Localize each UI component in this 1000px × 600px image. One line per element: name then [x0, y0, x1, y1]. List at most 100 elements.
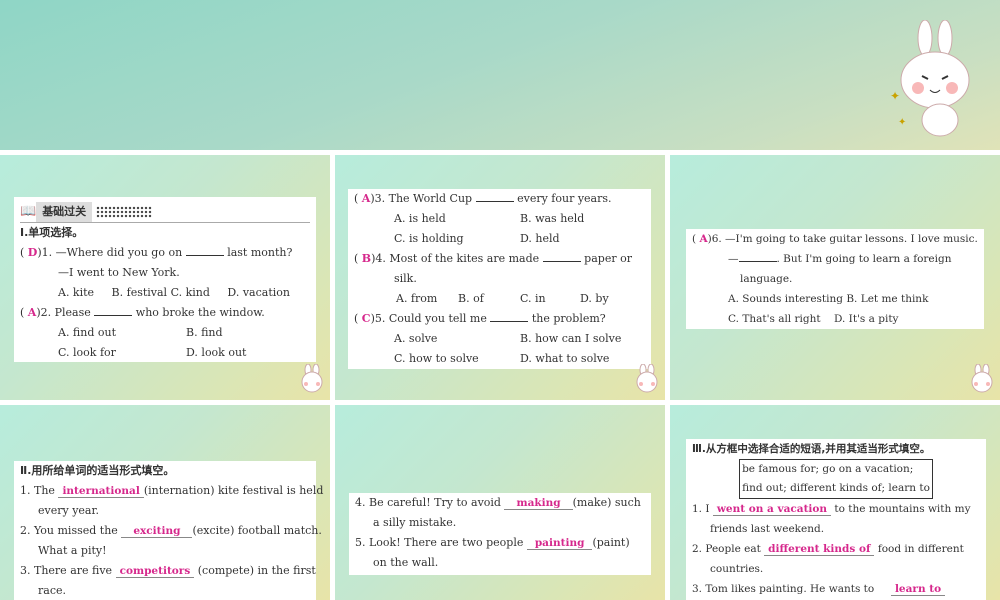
question-text: silk. [394, 272, 417, 285]
question-text: who broke the window. [135, 306, 265, 319]
item-text: friends last weekend. [710, 523, 825, 535]
option: D. It's a pity [833, 313, 899, 325]
item-text: (make) such [572, 496, 641, 509]
option: D. by [580, 292, 609, 305]
answer: C [361, 312, 371, 325]
answer: A [699, 233, 708, 245]
blank [185, 244, 224, 256]
svg-text:✦: ✦ [890, 89, 900, 103]
option: B. Let me think [846, 293, 929, 305]
options: A. solve B. how can I solve [354, 329, 645, 349]
option: A. from [396, 292, 438, 305]
phrase-list: find out; different kinds of; learn to [742, 482, 930, 494]
question-text: last month? [227, 246, 293, 259]
item-text: 2. You missed the [20, 524, 118, 537]
answer-fill: painting [526, 537, 593, 550]
question-text: )4. Most of the kites are made [371, 252, 540, 265]
fill-item: 3. Tom likes painting. He wants to learn… [692, 579, 980, 599]
question-text: . But I'm going to learn a foreign [776, 253, 952, 265]
fill-item: 2. You missed the exciting (excite) footb… [20, 521, 322, 541]
item-text: 3. There are five [20, 564, 113, 577]
dots-decoration [96, 205, 153, 218]
question-text: every four years. [517, 192, 612, 205]
option: C. how to solve [394, 352, 479, 365]
slide-1[interactable]: 📖 基础过关 Ⅰ.单项选择。 ( D)1. —Where did you go o… [0, 155, 330, 400]
options: A. Sounds interesting B. Let me think [692, 289, 978, 309]
fill-in-card: Ⅲ.从方框中选择合适的短语,并用其适当形式填空。 be famous for; … [686, 439, 986, 600]
option: C. look for [58, 346, 116, 359]
item-text: countries. [710, 563, 764, 575]
item-text: 2. People eat [692, 543, 761, 555]
fill-item: 4. Be careful! Try to avoid making (make)… [355, 493, 645, 513]
answer-fill: competitors [115, 565, 195, 578]
answer-fill: making [504, 497, 573, 510]
option: A. solve [394, 332, 438, 345]
blank [475, 190, 514, 202]
question-card: ( A)6. —I'm going to take guitar lessons… [686, 229, 984, 329]
question-text: )1. —Where did you go on [37, 246, 183, 259]
options: A. is held B. was held [354, 209, 645, 229]
item-text: (compete) in the first [197, 564, 316, 577]
item-text: food in different [877, 543, 964, 555]
option: C. in [520, 292, 546, 305]
bunny-icon [301, 364, 323, 393]
fill-in-card: Ⅱ.用所给单词的适当形式填空。 1. The international (int… [14, 461, 323, 600]
option: C. That's all right [728, 313, 821, 325]
bunny-icon [971, 364, 993, 393]
bunny-mascot-icon: ✦✦ [890, 20, 970, 137]
question-4: ( B)4. Most of the kites are made paper … [354, 252, 632, 265]
options: C. look for D. look out [20, 343, 310, 363]
phrase-box: be famous for; go on a vacation; find out… [739, 459, 933, 499]
section-title: Ⅰ.单项选择。 [20, 226, 84, 239]
answer-fill: different kinds of [764, 543, 875, 556]
options: A. find out B. find [20, 323, 310, 343]
option: B. find [186, 326, 223, 339]
options: C. That's all right D. It's a pity [692, 309, 978, 329]
option: D. look out [186, 346, 247, 359]
option: D. what to solve [520, 352, 610, 365]
option: C. is holding [394, 232, 464, 245]
item-text: on the wall. [373, 556, 439, 569]
question-text: the problem? [531, 312, 606, 325]
fill-in-card: 4. Be careful! Try to avoid making (make)… [349, 493, 651, 575]
title-banner: ✦ ✦ [0, 0, 1000, 150]
item-text: race. [38, 584, 66, 597]
option: A. Sounds interesting [728, 293, 843, 305]
item-text: 1. The [20, 484, 55, 497]
blank [94, 304, 133, 316]
item-text: 4. Be careful! Try to avoid [355, 496, 501, 509]
fill-item: 1. I went on a vacation to the mountains… [692, 499, 980, 519]
answer-fill: exciting [121, 525, 193, 538]
question-text: —I went to New York. [58, 266, 180, 279]
item-text: (paint) [592, 536, 630, 549]
fill-item: 5. Look! There are two people painting (p… [355, 533, 645, 553]
slide-2[interactable]: ( A)3. The World Cup every four years. A… [335, 155, 665, 400]
item-text: to the mountains with my [834, 503, 971, 515]
question-text: )5. Could you tell me [370, 312, 487, 325]
phrase-list: be famous for; go on a vacation; [742, 463, 914, 475]
blank [738, 250, 777, 262]
blank [490, 310, 529, 322]
question-3: ( A)3. The World Cup every four years. [354, 190, 612, 205]
slide-3[interactable]: ( A)6. —I'm going to take guitar lessons… [670, 155, 1000, 400]
options: A. kite B. festival C. kind D. vacation [20, 283, 310, 303]
question-text: — . But I'm going to learn a foreign [692, 249, 978, 269]
slide-6[interactable]: Ⅲ.从方框中选择合适的短语,并用其适当形式填空。 be famous for; … [670, 405, 1000, 600]
option: B. festival [111, 286, 168, 299]
option: A. kite [58, 286, 95, 299]
slide-4[interactable]: Ⅱ.用所给单词的适当形式填空。 1. The international (int… [0, 405, 330, 600]
question-text: )2. Please [36, 306, 91, 319]
item-text: (excite) football match. [192, 524, 322, 537]
options: C. how to solve D. what to solve [354, 349, 645, 369]
answer-fill: international [58, 485, 144, 498]
item-text: 1. I [692, 503, 710, 515]
question-5: ( C)5. Could you tell me the problem? [354, 310, 606, 325]
question-6: ( A)6. —I'm going to take guitar lessons… [692, 233, 978, 245]
question-card: ( A)3. The World Cup every four years. A… [348, 189, 651, 369]
answer-fill: went on a vacation [712, 503, 832, 516]
item-text: What a pity! [38, 544, 107, 557]
answer: D [27, 246, 38, 259]
fill-item: 3. There are five competitors (compete) … [20, 561, 316, 581]
section-header-title: 基础过关 [36, 201, 93, 222]
slide-5[interactable]: 4. Be careful! Try to avoid making (make)… [335, 405, 665, 600]
